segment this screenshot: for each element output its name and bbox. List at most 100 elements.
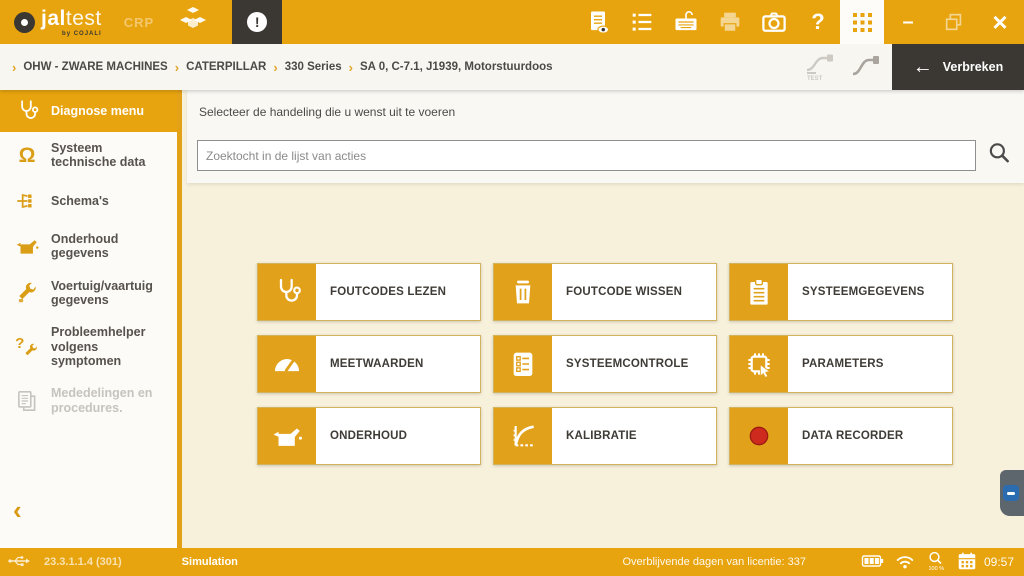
svg-text:TEST: TEST [807,76,823,82]
action-systeemgegevens[interactable]: SYSTEEMGEGEVENS [729,263,953,321]
sidebar-item-systeem-technische-data[interactable]: Ω Systeem technische data [0,132,177,179]
sidebar-item-mededelingen: Mededelingen en procedures. [0,377,177,424]
keyboard-icon[interactable] [664,0,708,44]
search-input[interactable] [197,140,976,171]
action-foutcodes-lezen[interactable]: FOUTCODES LEZEN [257,263,481,321]
sidebar-item-diagnose-menu[interactable]: Diagnose menu [0,90,177,132]
chevron-right-icon: › [12,60,16,75]
main-content: Selecteer de handeling die u wenst uit t… [187,90,1024,548]
sidebar-collapse-button[interactable]: ‹ [13,497,22,523]
action-label: SYSTEEMGEGEVENS [788,264,952,320]
teamviewer-icon [1003,485,1019,501]
sidebar-item-schemas[interactable]: Schema's [0,179,177,223]
trash-icon [494,264,552,320]
help-icon[interactable]: ? [796,0,840,44]
license-days-label: Overblijvende dagen van licentie: 337 [623,556,806,568]
zoom-level-label: 100 % [928,566,944,572]
cubes-icon[interactable] [176,5,210,40]
question-wrench-icon: ? [12,334,42,360]
remote-support-tab[interactable] [1000,470,1024,516]
action-label: FOUTCODES LEZEN [316,264,480,320]
apps-grid-icon[interactable] [840,0,884,44]
arrow-left-icon: ← [913,57,933,77]
chevron-right-icon: › [273,60,277,75]
sidebar-item-label: Systeem technische data [51,141,171,170]
schematic-icon [12,188,42,214]
restore-window-button[interactable] [932,0,976,44]
mode-label: Simulation [182,556,238,568]
chevron-right-icon: › [349,60,353,75]
action-label: MEETWAARDEN [316,336,480,392]
documents-icon [12,388,42,414]
close-button[interactable]: × [976,7,1024,38]
gauge-icon [258,336,316,392]
action-onderhoud[interactable]: ONDERHOUD [257,407,481,465]
camera-icon[interactable] [752,0,796,44]
action-systeemcontrole[interactable]: SYSTEEMCONTROLE [493,335,717,393]
action-label: KALIBRATIE [552,408,716,464]
breadcrumb-bar: › OHW - ZWARE MACHINES › CATERPILLAR › 3… [0,44,1024,90]
sidebar-item-voertuig-gegevens[interactable]: Voertuig/vaartuig gegevens [0,270,177,317]
connector-icon [848,50,884,85]
action-grid: FOUTCODES LEZEN FOUTCODE WISSEN SYSTEE [257,263,953,465]
sidebar-item-label: Schema's [51,194,109,208]
brand-text: jaltest [41,7,102,30]
action-label: DATA RECORDER [788,408,952,464]
sidebar-item-label: Voertuig/vaartuig gegevens [51,279,171,308]
action-kalibratie[interactable]: KALIBRATIE [493,407,717,465]
stethoscope-icon [12,98,42,124]
breadcrumb-item-model[interactable]: 330 Series [285,61,342,73]
omega-icon: Ω [12,145,42,166]
action-parameters[interactable]: PARAMETERS [729,335,953,393]
action-foutcode-wissen[interactable]: FOUTCODE WISSEN [493,263,717,321]
printer-icon [708,0,752,44]
clock-label: 09:57 [984,555,1014,569]
sidebar-item-label: Diagnose menu [51,104,144,118]
svg-text:?: ? [15,335,24,352]
action-data-recorder[interactable]: DATA RECORDER [729,407,953,465]
sidebar-item-label: Mededelingen en procedures. [51,386,171,415]
breadcrumb-item-make[interactable]: CATERPILLAR [186,61,266,73]
action-prompt: Selecteer de handeling die u wenst uit t… [199,105,455,119]
list-icon[interactable] [620,0,664,44]
calendar-icon[interactable] [956,550,978,575]
stethoscope-icon [258,264,316,320]
crp-label: CRP [124,15,154,30]
sidebar-item-probleemhelper[interactable]: ? Probleemhelper volgens symptomen [0,316,177,377]
wrench-icon [12,280,42,306]
brand-subtext: by COJALI [41,31,102,37]
sidebar-item-label: Onderhoud gegevens [51,232,171,261]
action-meetwaarden[interactable]: MEETWAARDEN [257,335,481,393]
action-label: FOUTCODE WISSEN [552,264,716,320]
connector-test-icon: TEST [802,48,838,87]
sidebar-item-onderhoud-gegevens[interactable]: Onderhoud gegevens [0,223,177,270]
search-icon[interactable] [986,140,1012,171]
oilcan-icon [12,233,42,259]
chip-icon [730,336,788,392]
title-bar: jaltest by COJALI CRP ! [0,0,1024,44]
checklist-icon [494,336,552,392]
disconnect-button[interactable]: ← Verbreken [892,44,1024,90]
sidebar: Diagnose menu Ω Systeem technische data … [0,90,182,548]
breadcrumb-item-system[interactable]: SA 0, C-7.1, J1939, Motorstuurdoos [360,61,553,73]
calibration-icon [494,408,552,464]
exclamation-icon: ! [247,12,267,32]
version-label: 23.3.1.1.4 (301) [44,556,122,568]
chevron-right-icon: › [175,60,179,75]
jaltest-logo: jaltest by COJALI [14,8,102,37]
battery-icon [861,551,885,574]
breadcrumb-item-category[interactable]: OHW - ZWARE MACHINES [23,61,167,73]
action-label: SYSTEEMCONTROLE [552,336,716,392]
oilcan-icon [258,408,316,464]
prompt-strip: Selecteer de handeling die u wenst uit t… [187,90,1024,183]
alerts-button[interactable]: ! [232,0,282,44]
jaltest-logo-icon [14,12,35,33]
disconnect-label: Verbreken [943,60,1003,74]
report-icon[interactable] [576,0,620,44]
record-icon [730,408,788,464]
zoom-level-icon[interactable]: 100 % [925,550,947,575]
usb-icon [8,552,32,573]
action-label: ONDERHOUD [316,408,480,464]
clipboard-icon [730,264,788,320]
minimize-button[interactable]: – [884,11,932,34]
